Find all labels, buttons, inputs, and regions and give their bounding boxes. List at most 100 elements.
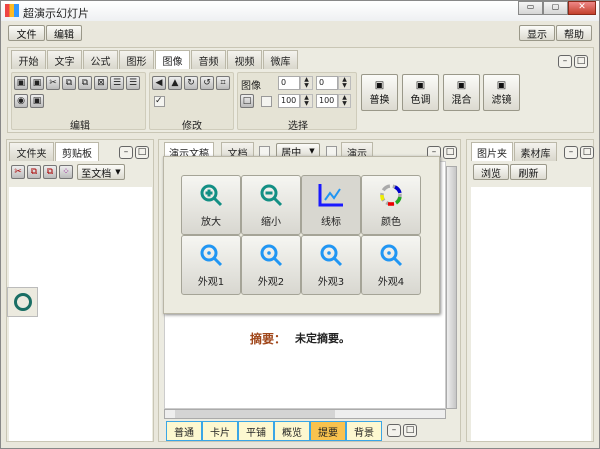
spin-h-arrows[interactable]: ▲ ▼ [338, 94, 351, 108]
horizontal-scrollbar[interactable] [164, 409, 446, 419]
camera-icon[interactable]: ◉ [14, 94, 28, 108]
spin-y-input[interactable]: 0 [316, 76, 338, 90]
select-group-label: 选择 [288, 121, 308, 132]
cut-icon[interactable]: ✂ [46, 76, 60, 90]
tab-formula[interactable]: 公式 [83, 50, 118, 69]
spin-x-arrows[interactable]: ▲ ▼ [300, 76, 313, 90]
paste-icon[interactable]: ⧉ [43, 165, 57, 179]
line-chart-icon [318, 183, 343, 206]
zoom-out-icon [260, 184, 283, 206]
picture-list[interactable] [471, 187, 591, 441]
zoom-out-button[interactable]: 缩小 [241, 175, 301, 235]
insert-image2-icon[interactable]: ▣ [30, 76, 44, 90]
to-document-button[interactable]: 至文档 ▼ [77, 164, 125, 180]
filter-button[interactable]: ▣ 滤镜 [483, 74, 520, 111]
edit-group-label: 编辑 [70, 121, 90, 132]
select-all-icon[interactable]: ⁘ [59, 165, 73, 179]
distribute-icon[interactable]: ☰ [126, 76, 140, 90]
line-marker-button[interactable]: 线标 [301, 175, 361, 235]
style3-button[interactable]: 外观3 [301, 235, 361, 295]
tab-folder[interactable]: 文件夹 [9, 142, 54, 161]
zoom-in-icon [200, 184, 223, 206]
copy-icon[interactable]: ⧉ [27, 165, 41, 179]
maximize-button[interactable]: ▢ [543, 1, 568, 15]
vertical-scrollbar[interactable] [446, 166, 457, 409]
style2-button[interactable]: 外观2 [241, 235, 301, 295]
magnifier-icon [320, 244, 343, 266]
menu-view[interactable]: 显示 [519, 25, 555, 41]
right-maximize-button[interactable]: □ [580, 146, 594, 159]
spin-w-arrows[interactable]: ▲ ▼ [300, 94, 313, 108]
paste-icon[interactable]: ⧉ [78, 76, 92, 90]
rotate-right-icon[interactable]: ↻ [184, 76, 198, 90]
cut-icon[interactable]: ✂ [11, 165, 25, 179]
minimize-button[interactable]: ▭ [518, 1, 543, 15]
tab-audio[interactable]: 音频 [191, 50, 226, 69]
ribbon-minimize-button[interactable]: – [558, 55, 572, 68]
tab-material-library[interactable]: 素材库 [514, 142, 557, 161]
modify-checkbox[interactable]: ✓ [154, 96, 165, 107]
view-tab-card[interactable]: 卡片 [202, 421, 238, 441]
spin-w-input[interactable]: 100 [278, 94, 300, 108]
tab-start[interactable]: 开始 [11, 50, 46, 69]
magnifier-icon [380, 244, 403, 266]
circle-tool-button[interactable] [7, 287, 38, 317]
view-tab-normal[interactable]: 普通 [166, 421, 202, 441]
view-tab-background[interactable]: 背景 [346, 421, 382, 441]
title-bar: 超演示幻灯片 ▭ ▢ ✕ [1, 1, 599, 21]
menu-file[interactable]: 文件 [8, 25, 45, 41]
left-maximize-button[interactable]: □ [135, 146, 149, 159]
copy-icon[interactable]: ⧉ [62, 76, 76, 90]
right-minimize-button[interactable]: – [564, 146, 578, 159]
zoom-in-button[interactable]: 放大 [181, 175, 241, 235]
menu-edit[interactable]: 编辑 [46, 25, 82, 41]
circle-icon [13, 293, 32, 311]
delete-icon[interactable]: ⊠ [94, 76, 108, 90]
view-tab-overview[interactable]: 概览 [274, 421, 310, 441]
center-maximize-button[interactable]: □ [443, 146, 457, 159]
app-window: 超演示幻灯片 ▭ ▢ ✕ 文件 编辑 显示 帮助 开始 文字 公式 图形 图像 … [0, 0, 600, 449]
style1-button[interactable]: 外观1 [181, 235, 241, 295]
bottom-maximize-button[interactable]: □ [403, 424, 417, 437]
tab-shape[interactable]: 图形 [119, 50, 154, 69]
view-tab-summary[interactable]: 提要 [310, 421, 346, 441]
magnifier-icon [260, 244, 283, 266]
edit-group: ▣ ▣ ✂ ⧉ ⧉ ⊠ ☰ ☰ ◉ ▣ 编辑 [11, 72, 146, 132]
tone-button[interactable]: ▣ 色调 [402, 74, 439, 111]
align-icon[interactable]: ☰ [110, 76, 124, 90]
flip-horizontal-icon[interactable]: ◀ [152, 76, 166, 90]
image-icon: ▣ [496, 79, 507, 91]
image-icon: ▣ [374, 79, 385, 91]
tab-picture-folder[interactable]: 图片夹 [471, 142, 513, 161]
close-button[interactable]: ✕ [568, 1, 596, 15]
select-checkbox[interactable] [261, 96, 272, 107]
rotate-left-icon[interactable]: ↺ [200, 76, 214, 90]
bottom-minimize-button[interactable]: – [387, 424, 401, 437]
blend-button[interactable]: ▣ 混合 [443, 74, 480, 111]
tab-library[interactable]: 微库 [263, 50, 298, 69]
flip-vertical-icon[interactable]: ▲ [168, 76, 182, 90]
summary-text: 未定摘要。 [295, 332, 350, 345]
spin-h-input[interactable]: 100 [316, 94, 338, 108]
spin-x-input[interactable]: 0 [278, 76, 300, 90]
view-tab-tile[interactable]: 平铺 [238, 421, 274, 441]
replace-button[interactable]: ▣ 普换 [361, 74, 398, 111]
select-rect-icon[interactable]: □ [240, 94, 254, 108]
picture-icon[interactable]: ▣ [30, 94, 44, 108]
select-image-label: 图像 [241, 81, 261, 92]
crop-icon[interactable]: ⌗ [216, 76, 230, 90]
app-logo-icon [5, 4, 19, 17]
tab-text[interactable]: 文字 [47, 50, 82, 69]
left-minimize-button[interactable]: – [119, 146, 133, 159]
color-button[interactable]: 颜色 [361, 175, 421, 235]
spin-y-arrows[interactable]: ▲ ▼ [338, 76, 351, 90]
tab-clipboard[interactable]: 剪贴板 [55, 142, 99, 161]
browse-button[interactable]: 浏览 [473, 164, 509, 180]
refresh-button[interactable]: 刷新 [510, 164, 547, 180]
ribbon-maximize-button[interactable]: □ [574, 55, 588, 68]
menu-help[interactable]: 帮助 [556, 25, 592, 41]
tab-video[interactable]: 视频 [227, 50, 262, 69]
style4-button[interactable]: 外观4 [361, 235, 421, 295]
insert-image-icon[interactable]: ▣ [14, 76, 28, 90]
tab-image[interactable]: 图像 [155, 50, 190, 69]
